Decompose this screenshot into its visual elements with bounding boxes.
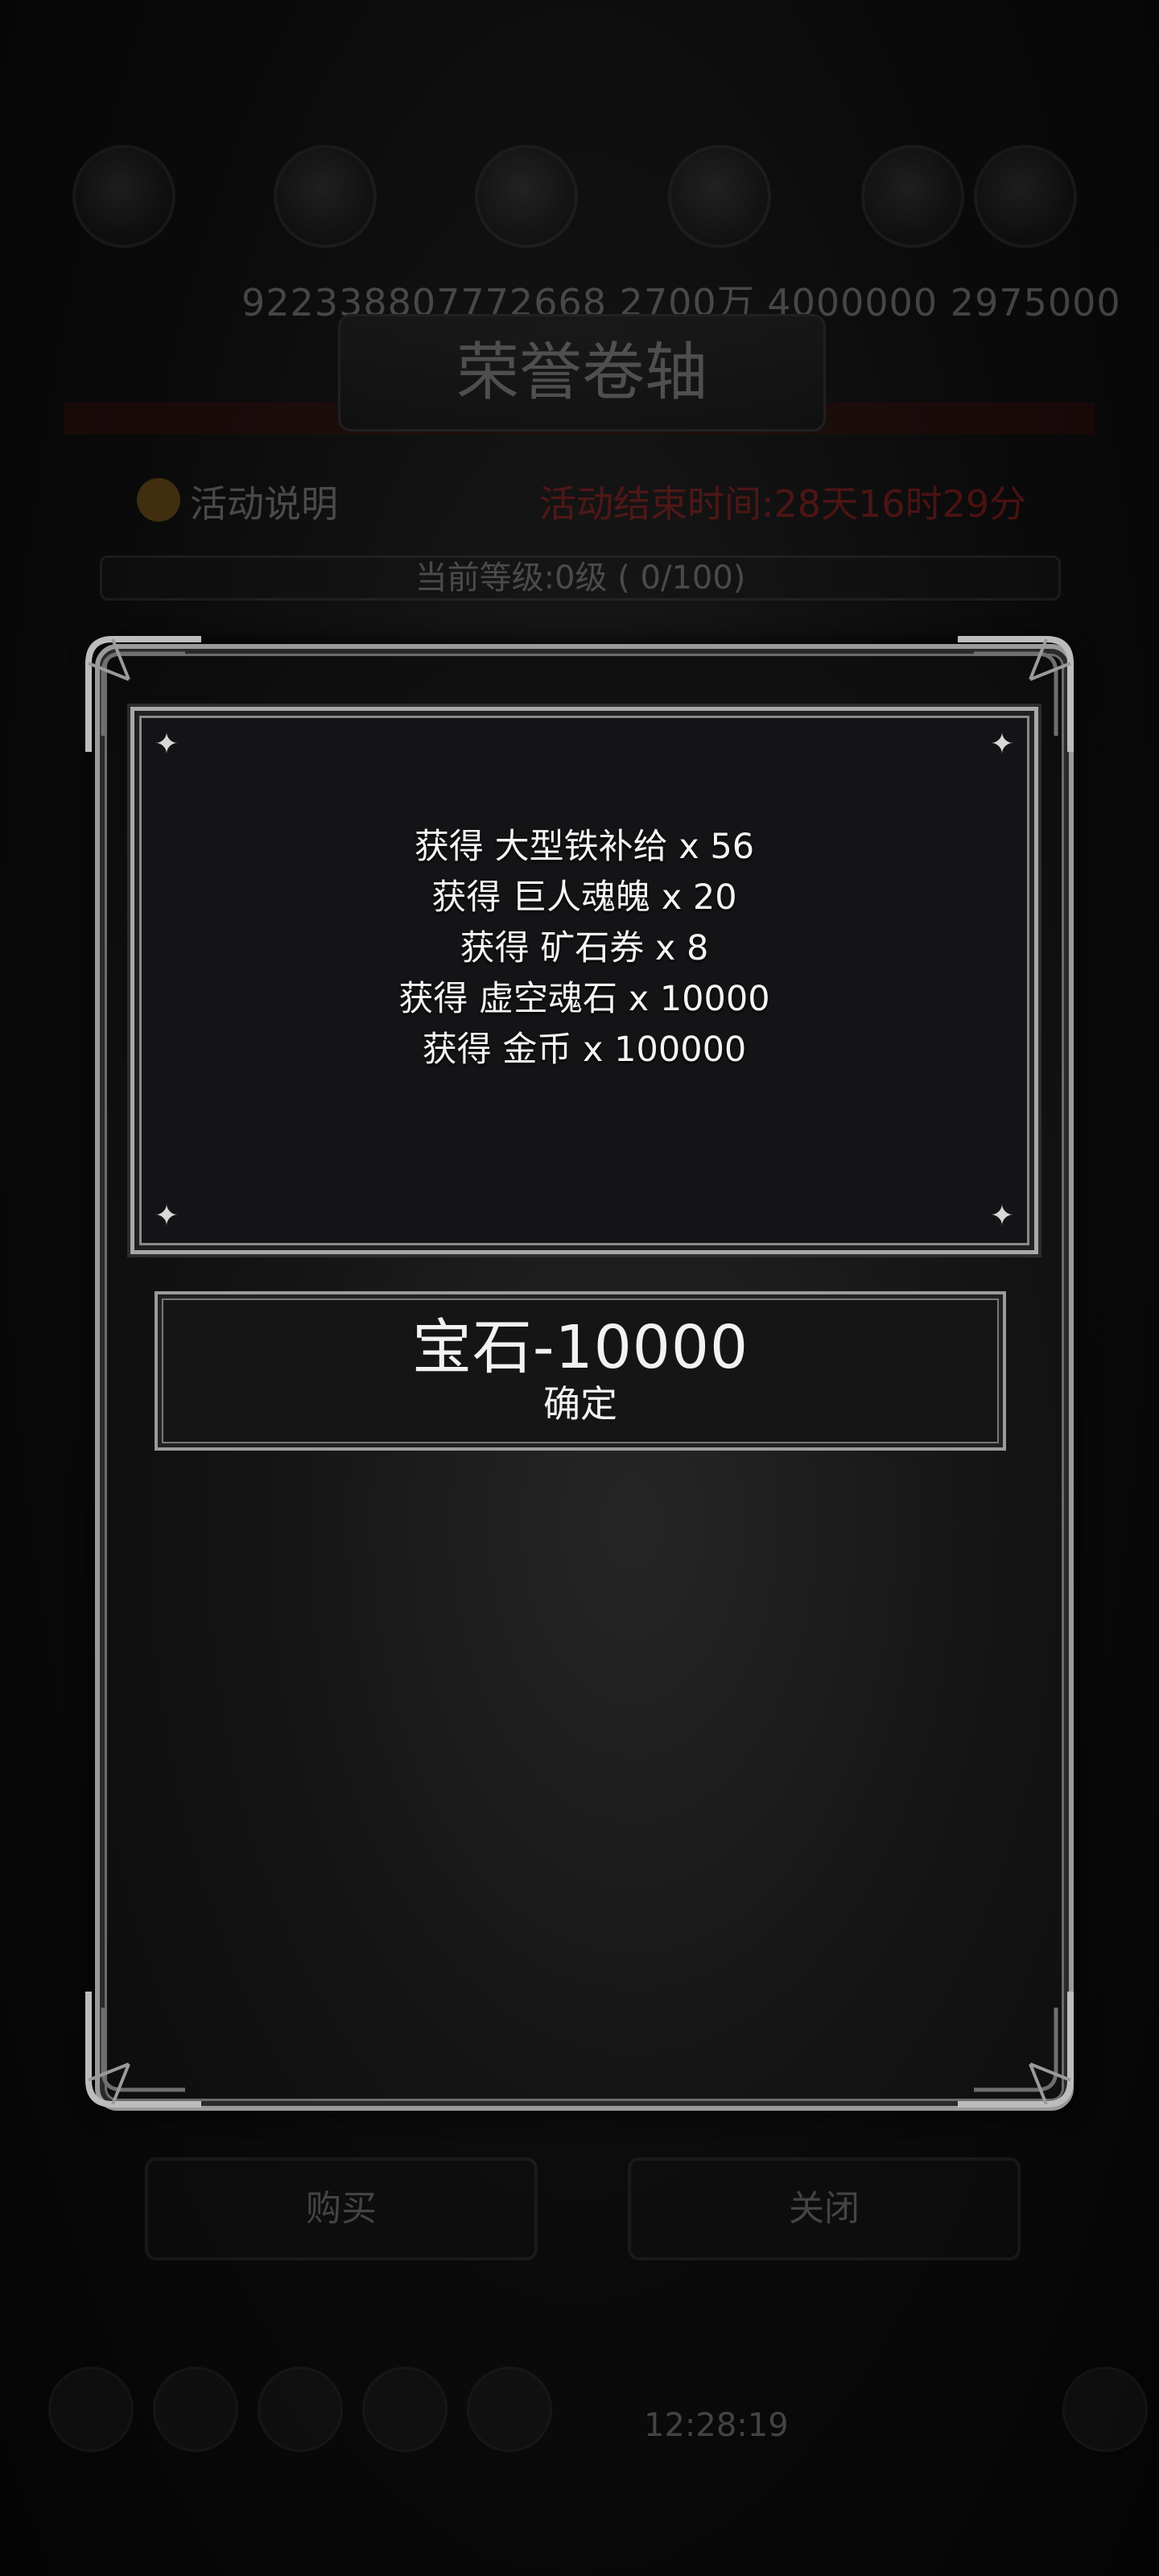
reward-item: 获得 大型铁补给 x 56 bbox=[414, 827, 755, 867]
reward-item: 获得 虚空魂石 x 10000 bbox=[398, 979, 770, 1019]
activity-info-link[interactable]: 活动说明 bbox=[190, 475, 338, 528]
sparkle-icon: ✦ bbox=[989, 728, 1015, 761]
current-level-label: 当前等级:0级 ( 0/100) bbox=[415, 559, 746, 597]
frame-corner-ornament-icon bbox=[950, 1984, 1079, 2112]
resource-orb-icon bbox=[861, 145, 964, 248]
resource-orb-icon bbox=[274, 145, 377, 248]
sparkle-icon: ✦ bbox=[989, 1199, 1015, 1232]
sparkle-icon: ✦ bbox=[154, 1199, 179, 1232]
resource-orb-icon bbox=[475, 145, 578, 248]
frame-corner-ornament-icon bbox=[80, 1984, 209, 2112]
gem-cost-label: 宝石-10000 bbox=[411, 1313, 749, 1382]
reward-item: 获得 矿石券 x 8 bbox=[460, 928, 709, 968]
nav-icon[interactable] bbox=[362, 2367, 448, 2452]
nav-icon[interactable] bbox=[258, 2367, 343, 2452]
reward-item: 获得 巨人魂魄 x 20 bbox=[431, 877, 737, 918]
sparkle-icon: ✦ bbox=[154, 728, 179, 761]
buy-button[interactable]: 购买 bbox=[145, 2157, 538, 2260]
title-banner: 荣誉卷轴 bbox=[338, 314, 826, 431]
resource-orb-icon bbox=[668, 145, 771, 248]
resource-row bbox=[64, 145, 1095, 290]
level-progress-bar: 当前等级:0级 ( 0/100) bbox=[100, 555, 1061, 601]
nav-icon[interactable] bbox=[153, 2367, 238, 2452]
rewards-list: 获得 大型铁补给 x 56 获得 巨人魂魄 x 20 获得 矿石券 x 8 获得… bbox=[134, 822, 1034, 1075]
close-button-label: 关闭 bbox=[789, 2188, 860, 2229]
nav-icon[interactable] bbox=[1062, 2367, 1148, 2452]
activity-end-time: 活动结束时间:28天16时29分 bbox=[539, 482, 1027, 526]
confirm-label: 确定 bbox=[543, 1382, 617, 1426]
reward-item: 获得 金币 x 100000 bbox=[422, 1030, 747, 1070]
nav-icon[interactable] bbox=[467, 2367, 552, 2452]
clock-label: 12:28:19 bbox=[644, 2407, 789, 2444]
info-icon[interactable] bbox=[137, 478, 180, 522]
buy-button-label: 购买 bbox=[306, 2188, 377, 2229]
page-title: 荣誉卷轴 bbox=[456, 336, 707, 409]
close-button[interactable]: 关闭 bbox=[628, 2157, 1021, 2260]
resource-orb-icon bbox=[974, 145, 1077, 248]
nav-icon[interactable] bbox=[48, 2367, 134, 2452]
resource-orb-icon bbox=[72, 145, 175, 248]
confirm-button[interactable]: 宝石-10000 确定 bbox=[155, 1291, 1006, 1451]
bottom-nav bbox=[32, 2367, 1148, 2463]
rewards-box: ✦ ✦ ✦ ✦ 获得 大型铁补给 x 56 获得 巨人魂魄 x 20 获得 矿石… bbox=[130, 707, 1038, 1254]
